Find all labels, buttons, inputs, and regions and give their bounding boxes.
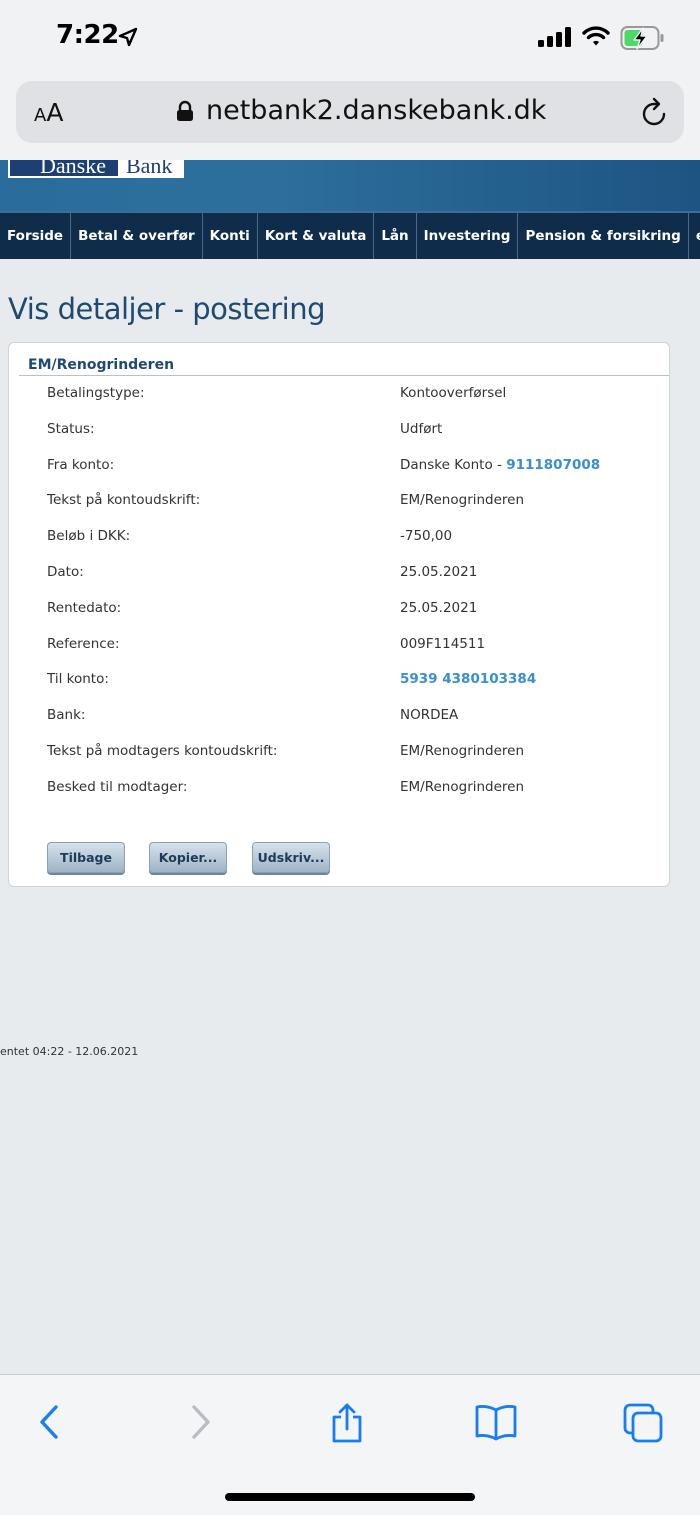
detail-label: Rentedato: (47, 599, 122, 616)
share-icon[interactable] (328, 1402, 366, 1444)
detail-row-bank: Bank: NORDEA (9, 707, 669, 743)
detail-value: Danske Konto - 9111807008 (400, 457, 600, 473)
detail-row-besked: Besked til modtager: EM/Renogrinderen (9, 779, 669, 815)
wifi-icon (582, 26, 610, 46)
detail-row-beloeb: Beløb i DKK: -750,00 (9, 528, 669, 564)
detail-label: Betalingstype: (47, 385, 145, 401)
detail-label: Status: (47, 420, 95, 437)
bookmarks-icon[interactable] (474, 1402, 518, 1442)
battery-charging-icon (620, 26, 664, 50)
home-indicator (225, 1493, 475, 1501)
fetched-timestamp: entet 04:22 - 12.06.2021 (0, 1045, 139, 1058)
from-account-link[interactable]: 9111807008 (506, 457, 600, 473)
page-title: Vis detaljer - postering (8, 292, 326, 326)
detail-value: Udført (400, 420, 443, 437)
browser-chrome: AA netbank2.danskebank.dk (0, 78, 700, 160)
nav-item-konti[interactable]: Konti (203, 213, 258, 259)
address-bar[interactable]: AA netbank2.danskebank.dk (16, 81, 684, 143)
reload-icon[interactable] (640, 97, 668, 127)
back-button[interactable]: Tilbage (47, 842, 125, 873)
detail-label: Beløb i DKK: (47, 528, 131, 545)
detail-value: EM/Renogrinderen (400, 742, 525, 759)
panel-divider (19, 375, 669, 376)
nav-item-laan[interactable]: Lån (374, 213, 417, 259)
detail-label: Dato: (47, 563, 84, 580)
detail-row-status: Status: Udført (9, 421, 669, 457)
detail-label: Fra konto: (47, 456, 115, 473)
back-chevron-icon[interactable] (34, 1402, 64, 1442)
detail-value: EM/Renogrinderen (400, 778, 525, 795)
detail-row-tekst-modtager: Tekst på modtagers kontoudskrift: EM/Ren… (9, 743, 669, 779)
nav-item-forside[interactable]: Forside (0, 213, 72, 259)
detail-label: Bank: (47, 707, 86, 724)
detail-row-betalingstype: Betalingstype: Kontooverførsel (9, 385, 669, 421)
detail-value: -750,00 (400, 528, 453, 545)
detail-value: NORDEA (400, 707, 459, 724)
nav-item-kort-valuta[interactable]: Kort & valuta (258, 213, 375, 259)
danske-bank-logo[interactable]: Danske Bank (8, 160, 185, 178)
tabs-icon[interactable] (622, 1402, 664, 1444)
detail-row-reference: Reference: 009F114511 (9, 636, 669, 672)
status-time: 7:22 (56, 20, 119, 50)
transaction-details-panel: EM/Renogrinderen Betalingstype: Kontoove… (8, 342, 670, 887)
from-account-name: Danske Konto - (400, 456, 507, 473)
nav-item-pension-forsikring[interactable]: Pension & forsikring (518, 213, 689, 259)
detail-value: EM/Renogrinderen (400, 492, 525, 509)
copy-button[interactable]: Kopier... (149, 842, 227, 873)
detail-label: Reference: (47, 635, 120, 652)
detail-row-dato: Dato: 25.05.2021 (9, 564, 669, 600)
detail-label: Tekst på kontoudskrift: (47, 492, 201, 509)
to-account-link[interactable]: 5939 4380103384 (400, 671, 536, 687)
nav-item-investering[interactable]: Investering (417, 213, 519, 259)
detail-label: Til konto: (47, 671, 109, 688)
detail-row-rentedato: Rentedato: 25.05.2021 (9, 600, 669, 636)
detail-label: Tekst på modtagers kontoudskrift: (47, 742, 278, 759)
detail-value: 25.05.2021 (400, 599, 478, 616)
lock-icon (177, 100, 193, 121)
detail-label: Besked til modtager: (47, 778, 188, 795)
cellular-signal-icon (538, 27, 571, 47)
print-button[interactable]: Udskriv... (252, 842, 330, 873)
url-text[interactable]: netbank2.danskebank.dk (206, 95, 546, 126)
nav-item-e-boks[interactable]: e-Bo (689, 213, 700, 259)
bank-header: Danske Bank (0, 160, 700, 211)
detail-value: 009F114511 (400, 635, 486, 652)
panel-title: EM/Renogrinderen (28, 357, 175, 373)
detail-row-til-konto: Til konto: 5939 4380103384 (9, 671, 669, 707)
main-nav: Forside Betal & overfør Konti Kort & val… (0, 211, 700, 259)
status-bar: 7:22 (0, 0, 700, 78)
detail-row-tekst-kontoudskrift: Tekst på kontoudskrift: EM/Renogrinderen (9, 492, 669, 528)
detail-value: Kontooverførsel (400, 385, 507, 401)
detail-value: 25.05.2021 (400, 563, 478, 580)
details-list: Betalingstype: Kontooverførsel Status: U… (9, 385, 669, 815)
detail-row-fra-konto: Fra konto: Danske Konto - 9111807008 (9, 457, 669, 493)
location-arrow-icon (118, 27, 138, 47)
nav-item-betal-overfoer[interactable]: Betal & overfør (71, 213, 203, 259)
text-size-button[interactable]: AA (34, 98, 63, 127)
forward-chevron-icon[interactable] (186, 1402, 216, 1442)
